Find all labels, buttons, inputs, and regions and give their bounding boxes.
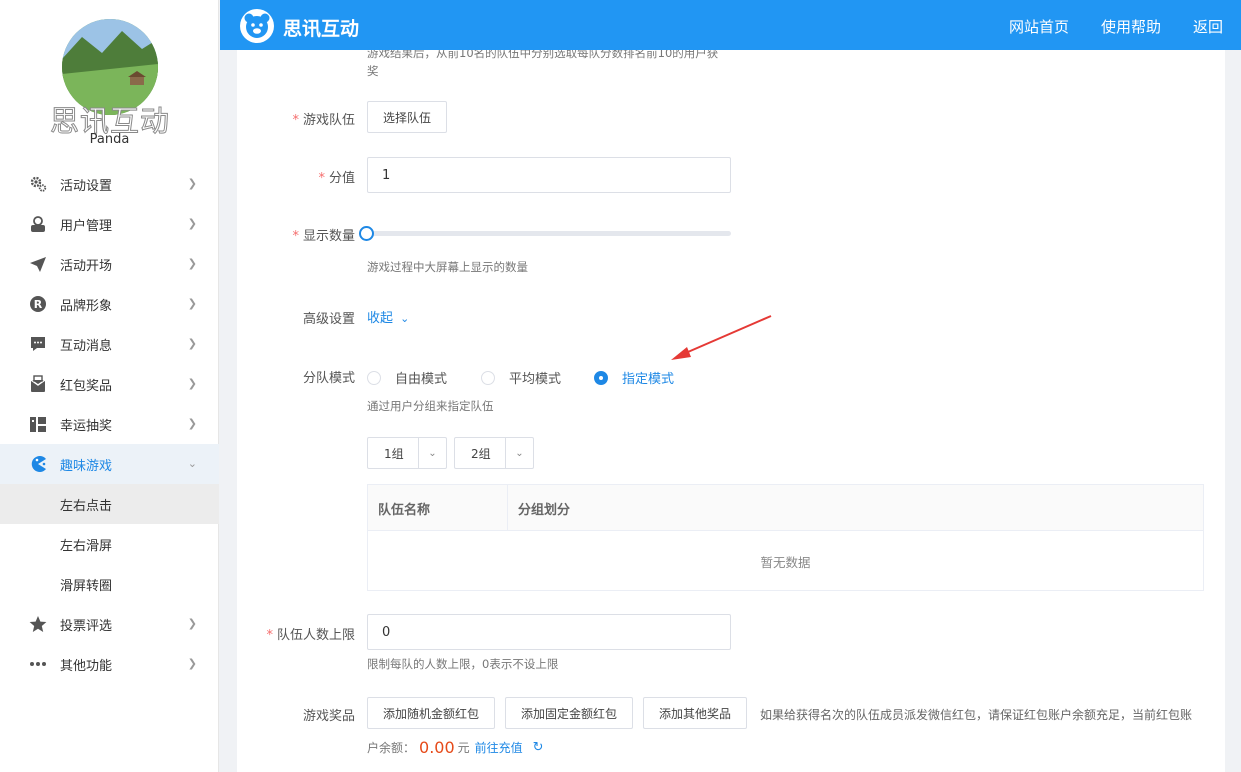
more-dots-icon [28,654,48,674]
score-input[interactable]: 1 [367,157,731,193]
chevron-right-icon: ❯ [187,297,197,310]
menu-label: 幸运抽奖 [60,418,113,434]
menu-label: 用户管理 [60,218,113,234]
add-fixed-red-packet-button[interactable]: 添加固定金额红包 [505,697,633,729]
select-team-button[interactable]: 选择队伍 [367,101,447,133]
game-prizes-label: 游戏奖品 [302,709,355,724]
radio-circle-icon [481,370,495,385]
team-limit-hint: 限制每队的人数上限，0表示不设上限 [367,657,559,671]
team-limit-label: * 队伍人数上限 [266,628,355,643]
username: Panda [89,132,130,147]
menu-label: 趣味游戏 [60,458,113,474]
top-bar: 思讯互动 网站首页 使用帮助 返回 [220,0,1241,50]
menu-item-voting[interactable]: 投票评选 ❯ [0,604,219,644]
collapse-toggle[interactable]: 收起 ⌄ [367,307,409,326]
radio-free-mode[interactable]: 自由模式 [367,368,447,387]
balance-unit: 元 [457,741,470,755]
add-other-prize-button[interactable]: 添加其他奖品 [643,697,747,729]
radio-checked-icon [594,370,608,385]
recharge-link[interactable]: 前往充值 [475,739,523,756]
chevron-right-icon: ❯ [187,617,197,630]
menu-label: 品牌形象 [60,298,113,314]
chevron-right-icon: ❯ [187,257,197,270]
red-arrow-annotation-icon [671,315,772,360]
column-header-team-name: 队伍名称 [368,485,508,531]
menu-item-interactive-messages[interactable]: 互动消息 ❯ [0,324,219,364]
chevron-down-icon: ⌄ [505,438,533,468]
table-empty-text: 暂无数据 [760,554,811,570]
user-icon [28,214,48,234]
balance-row: 户余额： 0.00 元 前往充值 ↻ [367,738,544,757]
chevron-down-icon: ⌄ [187,457,197,470]
sidebar: 思讯互动 Panda 活动设置 ❯ 用户管理 ❯ 活动开场 ❯ R 品牌形象 ❯… [0,0,219,772]
top-hint: 游戏结果后，从前10名的队伍中分别选取每队分数排名前10的用户获 奖 [367,50,719,78]
lottery-icon [28,414,48,434]
nav-help[interactable]: 使用帮助 [1101,16,1161,37]
logo-text[interactable]: 思讯互动 [283,14,359,41]
score-label: * 分值 [318,171,355,186]
team-table: 队伍名称 分组划分 暂无数据 [367,484,1204,591]
menu-label: 互动消息 [60,338,113,354]
table-header: 队伍名称 分组划分 [368,485,1203,531]
submenu-item-swipe-circle[interactable]: 滑屏转圈 [0,564,219,604]
radio-average-mode[interactable]: 平均模式 [481,368,561,387]
column-header-group: 分组划分 [518,502,571,518]
nav-back[interactable]: 返回 [1193,16,1223,37]
team-mode-hint: 通过用户分组来指定队伍 [367,399,494,413]
message-icon [28,334,48,354]
top-nav: 网站首页 使用帮助 返回 [1009,16,1223,37]
prize-note: 如果给获得名次的队伍成员派发微信红包，请保证红包账户余额充足，当前红包账 [760,708,1193,722]
gift-box-icon [28,374,48,394]
menu-label: 投票评选 [60,618,113,634]
menu-item-brand-image[interactable]: R 品牌形象 ❯ [0,284,219,324]
form-panel: 游戏结果后，从前10名的队伍中分别选取每队分数排名前10的用户获 奖 * 游戏队伍… [237,50,1225,772]
registered-icon: R [28,294,48,314]
display-count-hint: 游戏过程中大屏幕上显示的数量 [367,260,528,274]
balance-label: 户余额： [367,741,416,755]
add-random-red-packet-button[interactable]: 添加随机金额红包 [367,697,495,729]
menu-item-other-functions[interactable]: 其他功能 ❯ [0,644,219,684]
menu-item-lucky-draw[interactable]: 幸运抽奖 ❯ [0,404,219,444]
submenu-item-left-right-click[interactable]: 左右点击 [0,484,219,524]
chevron-down-icon: ⌄ [418,438,446,468]
menu-item-fun-games[interactable]: 趣味游戏 ⌄ [0,444,219,484]
advanced-settings-label: 高级设置 [302,312,355,327]
menu-item-user-management[interactable]: 用户管理 ❯ [0,204,219,244]
chevron-right-icon: ❯ [187,417,197,430]
chevron-right-icon: ❯ [187,377,197,390]
chevron-right-icon: ❯ [187,177,197,190]
refresh-icon[interactable]: ↻ [533,740,544,755]
display-count-slider[interactable] [367,231,731,236]
chevron-right-icon: ❯ [187,337,197,350]
display-count-label: * 显示数量 [292,229,355,244]
menu-item-red-packet-prizes[interactable]: 红包奖品 ❯ [0,364,219,404]
side-menu: 活动设置 ❯ 用户管理 ❯ 活动开场 ❯ R 品牌形象 ❯ 互动消息 ❯ 红包奖… [0,164,219,684]
menu-item-activity-settings[interactable]: 活动设置 ❯ [0,164,219,204]
balance-value: 0.00 [419,738,455,757]
menu-label: 其他功能 [60,658,113,674]
team-mode-label: 分队模式 [302,371,355,386]
menu-item-activity-opening[interactable]: 活动开场 ❯ [0,244,219,284]
chevron-right-icon: ❯ [187,217,197,230]
nav-home[interactable]: 网站首页 [1009,16,1069,37]
menu-label: 活动开场 [60,258,113,274]
menu-label: 活动设置 [60,178,113,194]
pacman-icon [28,454,48,474]
radio-assigned-mode[interactable]: 指定模式 [594,368,674,387]
paper-plane-icon [28,254,48,274]
team-label: * 游戏队伍 [292,113,355,128]
group-select-1[interactable]: 1组 ⌄ [367,437,447,469]
svg-text:R: R [34,298,43,311]
double-chevron-down-icon: ⌄ [400,312,410,325]
bear-logo-icon[interactable] [240,9,274,43]
team-limit-input[interactable]: 0 [367,614,731,650]
submenu-item-left-right-swipe[interactable]: 左右滑屏 [0,524,219,564]
radio-circle-icon [367,370,381,385]
star-icon [28,614,48,634]
chevron-right-icon: ❯ [187,657,197,670]
gears-icon [28,174,48,194]
group-select-2[interactable]: 2组 ⌄ [454,437,534,469]
menu-label: 红包奖品 [60,378,113,394]
display-count-slider-handle[interactable] [359,226,374,241]
